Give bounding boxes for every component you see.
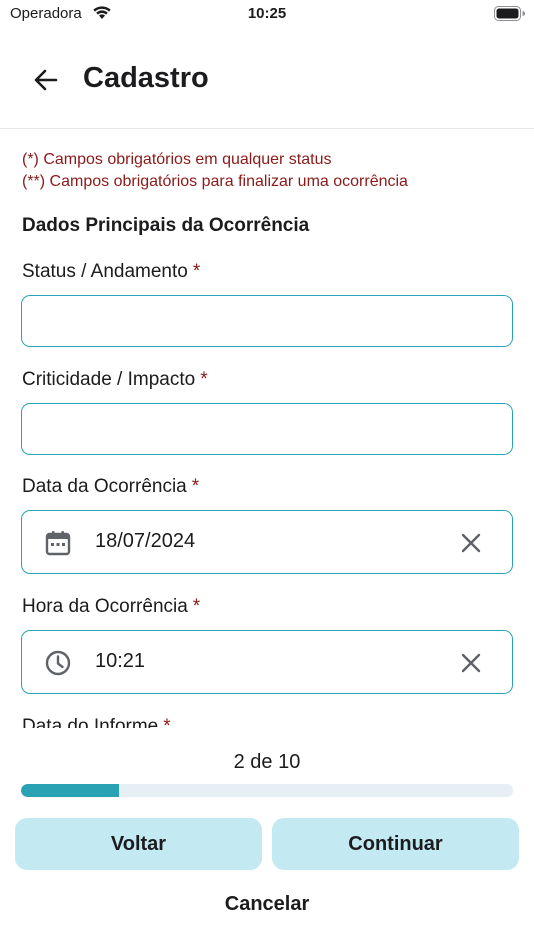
data-ocorrencia-label-text: Data da Ocorrência [22,476,187,497]
hora-ocorrencia-value: 10:21 [95,650,146,672]
nav-header: Cadastro [0,30,534,129]
clock-icon [45,650,71,676]
data-informe-label: Data do Informe * [22,716,171,728]
clock: 10:25 [247,5,287,22]
data-ocorrencia-label: Data da Ocorrência * [22,476,199,498]
criticidade-input[interactable] [21,403,513,455]
required-note-1: (*) Campos obrigatórios em qualquer stat… [22,151,332,168]
step-counter: 2 de 10 [233,751,301,773]
required-mark: * [163,716,171,728]
progress-fill [21,784,120,797]
required-note-2: (**) Campos obrigatórios para finalizar … [22,173,408,190]
data-ocorrencia-input[interactable]: 18/07/2024 [21,510,513,574]
status-label: Status / Andamento * [22,261,200,283]
calendar-icon [45,531,71,556]
required-mark: * [192,261,201,282]
arrow-left-icon[interactable] [30,64,62,96]
required-mark: * [200,369,208,390]
back-button[interactable]: Voltar [15,818,262,870]
data-informe-label-text: Data do Informe [22,716,159,728]
required-mark: * [191,476,200,497]
page-title: Cadastro [83,62,209,94]
section-title: Dados Principais da Ocorrência [22,215,310,236]
form-scroll-area[interactable]: (*) Campos obrigatórios em qualquer stat… [0,130,534,728]
close-icon[interactable] [460,652,482,674]
hora-ocorrencia-input[interactable]: 10:21 [21,630,513,694]
criticidade-label: Criticidade / Impacto * [22,369,208,391]
close-icon[interactable] [460,532,482,554]
continue-button[interactable]: Continuar [272,818,519,870]
status-input[interactable] [21,295,513,347]
data-ocorrencia-value: 18/07/2024 [95,530,196,552]
footer-panel: 2 de 10 Voltar Continuar Cancelar [0,728,534,950]
criticidade-label-text: Criticidade / Impacto [22,369,196,390]
required-mark: * [192,596,201,617]
status-bar: Operadora 10:25 [0,0,534,30]
battery-icon [494,6,525,21]
progress-bar [21,784,513,797]
hora-ocorrencia-label: Hora da Ocorrência * [22,596,200,618]
hora-ocorrencia-label-text: Hora da Ocorrência [22,596,188,617]
cancel-button[interactable]: Cancelar [0,893,534,916]
status-label-text: Status / Andamento [22,261,188,282]
